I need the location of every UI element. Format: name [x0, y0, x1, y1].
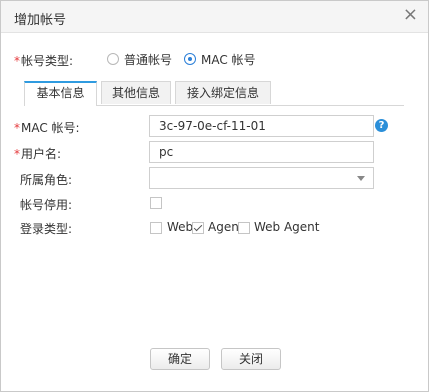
ok-button[interactable]: 确定	[150, 348, 210, 370]
tab-bar: 基本信息 其他信息 接入绑定信息	[24, 81, 404, 106]
login-type-webagent-checkbox[interactable]	[238, 222, 250, 234]
close-icon[interactable]: ×	[403, 6, 418, 24]
login-type-label: 登录类型:	[20, 222, 73, 236]
required-mark: *	[14, 147, 20, 161]
tab-basic-info[interactable]: 基本信息	[24, 81, 97, 106]
help-icon[interactable]: ?	[375, 119, 388, 132]
login-type-agent-checkbox[interactable]	[192, 222, 204, 234]
login-type-webagent-label[interactable]: Web Agent	[254, 220, 320, 234]
tab-other-info[interactable]: 其他信息	[101, 81, 171, 104]
username-label-text: 用户名:	[21, 147, 62, 161]
radio-normal-account[interactable]	[107, 53, 119, 65]
dialog-title: 增加帐号	[14, 13, 67, 28]
role-select[interactable]	[149, 167, 374, 189]
account-type-label: *帐号类型:	[14, 52, 73, 69]
account-type-label-text: 帐号类型:	[21, 54, 74, 68]
account-disabled-checkbox[interactable]	[150, 197, 162, 209]
account-disabled-label: 帐号停用:	[20, 198, 73, 212]
radio-normal-account-label[interactable]: 普通帐号	[124, 51, 172, 68]
mac-account-label-text: MAC 帐号:	[21, 121, 80, 135]
mac-account-input[interactable]: 3c-97-0e-cf-11-01	[149, 115, 374, 137]
login-type-web-checkbox[interactable]	[150, 222, 162, 234]
mac-account-label: *MAC 帐号:	[14, 119, 80, 136]
radio-mac-account[interactable]	[184, 53, 196, 65]
tab-access-binding[interactable]: 接入绑定信息	[175, 81, 271, 104]
username-input[interactable]: pc	[149, 141, 374, 163]
username-label: *用户名:	[14, 145, 61, 162]
login-type-web-label[interactable]: Web	[167, 220, 193, 234]
chevron-down-icon	[357, 176, 365, 181]
radio-mac-account-label[interactable]: MAC 帐号	[201, 51, 256, 68]
required-mark: *	[14, 54, 20, 68]
close-button[interactable]: 关闭	[221, 348, 281, 370]
dialog-titlebar: 增加帐号 ×	[1, 1, 428, 33]
required-mark: *	[14, 121, 20, 135]
role-label: 所属角色:	[20, 173, 73, 187]
add-account-dialog: 增加帐号 × *帐号类型: 普通帐号 MAC 帐号 基本信息 其他信息 接入绑定…	[0, 0, 429, 392]
